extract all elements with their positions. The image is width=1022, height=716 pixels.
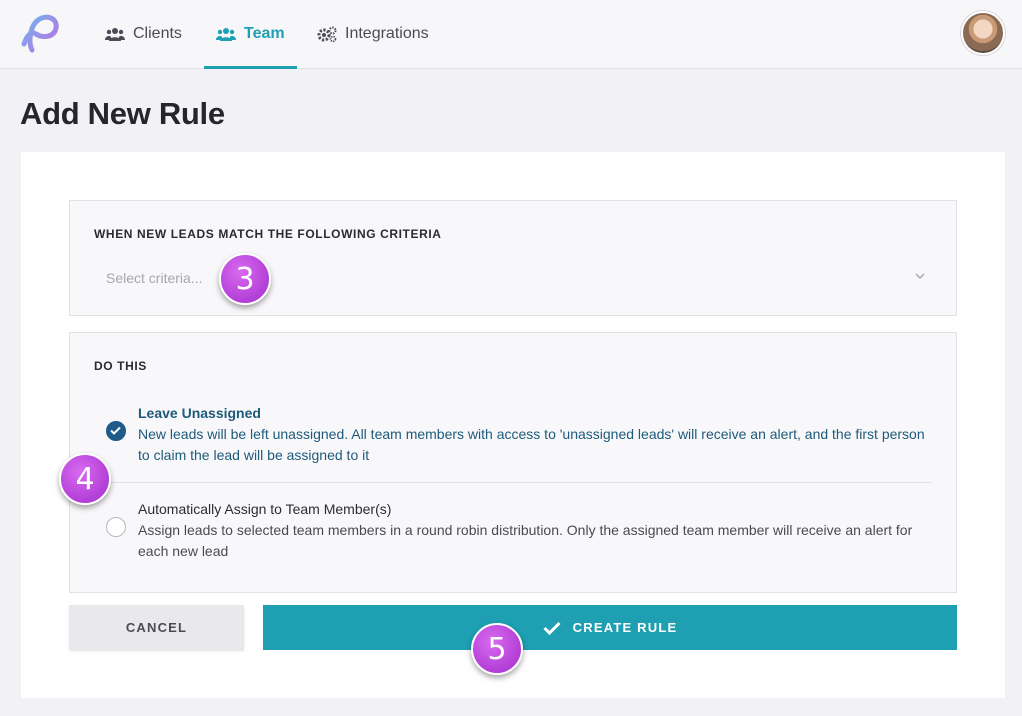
cancel-button[interactable]: CANCEL	[69, 605, 244, 650]
top-nav: Clients Team Integrations	[0, 0, 1022, 69]
nav-tab-label: Integrations	[345, 25, 429, 42]
criteria-panel: WHEN NEW LEADS MATCH THE FOLLOWING CRITE…	[69, 200, 957, 316]
check-icon	[543, 621, 561, 635]
option-leave-unassigned[interactable]: Leave Unassigned New leads will be left …	[94, 405, 934, 469]
step-badge-3: 3	[219, 253, 271, 305]
option-description: Assign leads to selected team members in…	[138, 522, 913, 559]
radio-auto-assign[interactable]	[106, 517, 126, 537]
nav-tab-team[interactable]: Team	[204, 0, 297, 69]
rule-form-card: WHEN NEW LEADS MATCH THE FOLLOWING CRITE…	[21, 152, 1005, 698]
nav-tab-label: Clients	[133, 25, 182, 42]
criteria-heading: WHEN NEW LEADS MATCH THE FOLLOWING CRITE…	[94, 227, 442, 241]
nav-tab-label: Team	[244, 25, 285, 42]
step-badge-4: 4	[59, 453, 111, 505]
nav-tab-integrations[interactable]: Integrations	[317, 0, 429, 68]
users-icon	[216, 28, 236, 41]
option-title: Automatically Assign to Team Member(s)	[138, 501, 392, 517]
action-panel: DO THIS Leave Unassigned New leads will …	[69, 332, 957, 593]
step-badge-5: 5	[471, 623, 523, 675]
option-divider	[94, 482, 932, 483]
chevron-down-icon	[915, 273, 925, 280]
create-rule-label: CREATE RULE	[572, 620, 678, 635]
option-auto-assign[interactable]: Automatically Assign to Team Member(s) A…	[94, 501, 934, 565]
gears-icon	[317, 26, 337, 42]
radio-leave-unassigned[interactable]	[106, 421, 126, 441]
user-avatar[interactable]	[961, 11, 1005, 55]
criteria-placeholder: Select criteria...	[106, 270, 203, 286]
page-title: Add New Rule	[20, 96, 225, 131]
create-rule-button[interactable]: CREATE RULE	[263, 605, 957, 650]
option-title: Leave Unassigned	[138, 405, 261, 421]
option-description: New leads will be left unassigned. All t…	[138, 426, 925, 463]
action-heading: DO THIS	[94, 359, 147, 373]
nav-tab-clients[interactable]: Clients	[105, 0, 182, 68]
app-logo-icon[interactable]	[18, 12, 64, 54]
check-icon	[110, 426, 121, 435]
users-icon	[105, 28, 125, 41]
